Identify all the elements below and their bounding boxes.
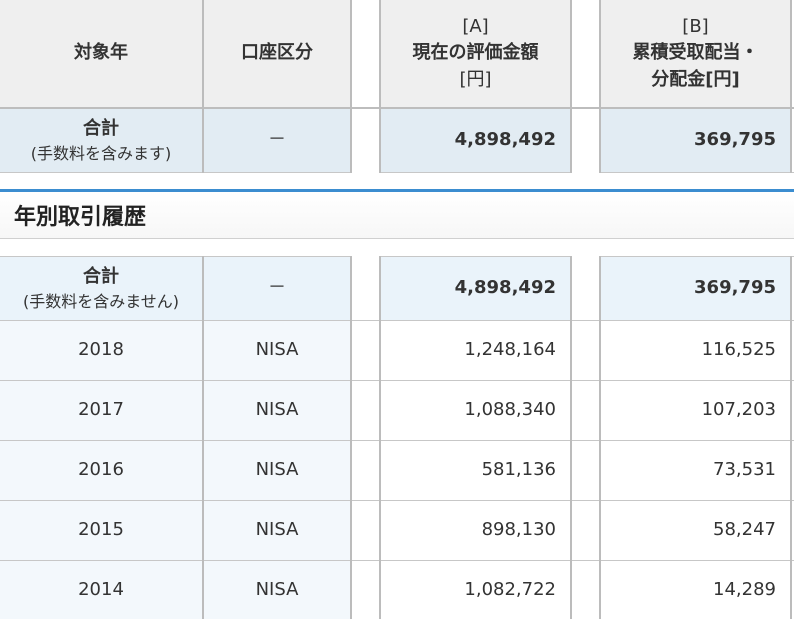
table-row-account: NISA bbox=[204, 501, 350, 560]
header-a-unit: [円] bbox=[459, 68, 492, 90]
row-divider bbox=[0, 560, 794, 561]
table-row-b: 116,525 bbox=[601, 321, 790, 380]
table-row-a: 1,082,722 bbox=[381, 561, 570, 619]
row-divider bbox=[0, 320, 794, 321]
history-total-b: 369,795 bbox=[601, 257, 790, 320]
top-total-label-cell: 合計 (手数料を含みます) bbox=[0, 109, 202, 172]
header-cumulative-dividend: [B] 累積受取配当・ 分配金[円] bbox=[601, 0, 790, 107]
year-value: 2018 bbox=[78, 339, 124, 361]
history-total-account-value: － bbox=[268, 277, 286, 299]
header-account-label: 口座区分 bbox=[241, 42, 313, 64]
top-col-divider-2 bbox=[350, 0, 352, 173]
year-value: 2014 bbox=[78, 578, 124, 600]
history-col-divider-2 bbox=[350, 256, 352, 619]
top-total-a-value: 4,898,492 bbox=[454, 129, 556, 151]
table-row-a: 898,130 bbox=[381, 501, 570, 560]
a-value: 581,136 bbox=[481, 459, 556, 481]
top-col-divider-3 bbox=[379, 0, 381, 173]
table-row-year: 2017 bbox=[0, 381, 202, 440]
header-b-prefix: [B] bbox=[682, 16, 709, 38]
header-b-label2: 分配金[円] bbox=[651, 68, 740, 90]
header-b-label: 累積受取配当・ bbox=[632, 42, 759, 64]
top-total-b-value: 369,795 bbox=[694, 129, 776, 151]
table-row-account: NISA bbox=[204, 441, 350, 500]
top-col-divider-6 bbox=[790, 0, 792, 173]
table-row-b: 14,289 bbox=[601, 561, 790, 619]
table-row-b: 58,247 bbox=[601, 501, 790, 560]
top-total-b: 369,795 bbox=[601, 109, 790, 172]
table-row-year: 2015 bbox=[0, 501, 202, 560]
account-value: NISA bbox=[255, 459, 299, 481]
account-value: NISA bbox=[255, 519, 299, 541]
account-value: NISA bbox=[255, 339, 299, 361]
history-total-b-value: 369,795 bbox=[694, 277, 776, 299]
top-total-label: 合計 bbox=[83, 117, 119, 139]
history-col-divider-3 bbox=[379, 256, 381, 619]
table-row-a: 1,088,340 bbox=[381, 381, 570, 440]
header-a-prefix: [A] bbox=[462, 16, 489, 38]
history-col-divider-4 bbox=[570, 256, 572, 619]
top-total-account: － bbox=[204, 109, 350, 172]
table-row-b: 107,203 bbox=[601, 381, 790, 440]
a-value: 1,248,164 bbox=[464, 339, 556, 361]
history-total-label-cell: 合計 (手数料を含みません) bbox=[0, 257, 202, 320]
a-value: 1,082,722 bbox=[464, 578, 556, 600]
table-row-year: 2018 bbox=[0, 321, 202, 380]
history-top-border bbox=[0, 256, 351, 257]
b-value: 14,289 bbox=[713, 578, 776, 600]
row-divider bbox=[0, 440, 794, 441]
header-account: 口座区分 bbox=[204, 0, 350, 107]
table-row-b: 73,531 bbox=[601, 441, 790, 500]
history-total-label: 合計 bbox=[83, 265, 119, 287]
top-table-bottom bbox=[0, 172, 351, 173]
history-total-account: － bbox=[204, 257, 350, 320]
top-col-divider-4 bbox=[570, 0, 572, 173]
year-value: 2016 bbox=[78, 459, 124, 481]
table-row-account: NISA bbox=[204, 321, 350, 380]
section-title-text: 年別取引履歴 bbox=[14, 205, 147, 230]
top-total-note: (手数料を含みます) bbox=[30, 143, 172, 163]
history-col-divider-6 bbox=[790, 256, 792, 619]
a-value: 1,088,340 bbox=[464, 399, 556, 421]
top-col-divider-5 bbox=[599, 0, 601, 173]
table-row-a: 581,136 bbox=[381, 441, 570, 500]
top-table-bottom-b bbox=[600, 172, 794, 173]
header-current-value: [A] 現在の評価金額 [円] bbox=[381, 0, 570, 107]
year-value: 2017 bbox=[78, 399, 124, 421]
history-total-note: (手数料を含みません) bbox=[22, 291, 179, 311]
year-value: 2015 bbox=[78, 519, 124, 541]
history-col-divider-1 bbox=[202, 256, 204, 619]
row-divider bbox=[0, 380, 794, 381]
top-total-account-value: － bbox=[268, 129, 286, 151]
history-col-divider-5 bbox=[599, 256, 601, 619]
account-value: NISA bbox=[255, 578, 299, 600]
table-row-a: 1,248,164 bbox=[381, 321, 570, 380]
table-row-account: NISA bbox=[204, 561, 350, 619]
a-value: 898,130 bbox=[481, 519, 556, 541]
account-value: NISA bbox=[255, 399, 299, 421]
top-col-divider-1 bbox=[202, 0, 204, 173]
b-value: 58,247 bbox=[713, 519, 776, 541]
table-row-account: NISA bbox=[204, 381, 350, 440]
top-header-divider bbox=[0, 107, 794, 109]
row-divider bbox=[0, 500, 794, 501]
history-top-border-a bbox=[380, 256, 572, 257]
header-year-label: 対象年 bbox=[74, 42, 128, 64]
header-a-label: 現在の評価金額 bbox=[412, 42, 539, 64]
table-row-year: 2014 bbox=[0, 561, 202, 619]
header-year: 対象年 bbox=[0, 0, 202, 107]
top-total-a: 4,898,492 bbox=[381, 109, 570, 172]
b-value: 107,203 bbox=[701, 399, 776, 421]
history-total-a-value: 4,898,492 bbox=[454, 277, 556, 299]
history-top-border-b bbox=[600, 256, 794, 257]
b-value: 73,531 bbox=[713, 459, 776, 481]
table-row-year: 2016 bbox=[0, 441, 202, 500]
history-total-a: 4,898,492 bbox=[381, 257, 570, 320]
section-title: 年別取引履歴 bbox=[0, 189, 794, 239]
b-value: 116,525 bbox=[701, 339, 776, 361]
top-table-bottom-a bbox=[380, 172, 572, 173]
